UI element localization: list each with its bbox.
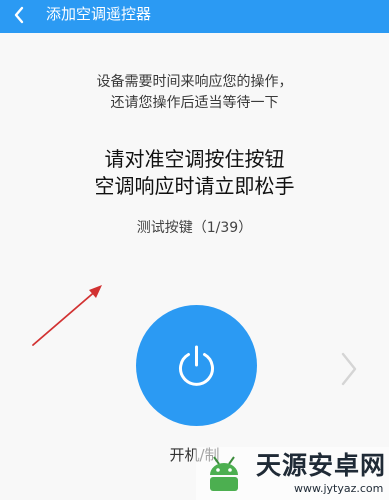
test-key-progress: 测试按键（1/39） <box>136 220 253 236</box>
wait-notice-line-2: 还请您操作后适当等待一下 <box>110 95 279 111</box>
page-title: 添加空调遥控器 <box>46 5 152 23</box>
watermark-title: 天源安卓网 <box>256 451 387 480</box>
android-robot-icon <box>210 456 238 491</box>
next-key-button[interactable] <box>338 350 360 388</box>
instruction-line-1: 请对准空调按住按钮 <box>104 147 285 171</box>
annotation-arrow <box>32 285 102 346</box>
app-header: 添加空调遥控器 <box>0 0 389 33</box>
wait-notice-line-1: 设备需要时间来响应您的操作， <box>96 74 293 90</box>
power-icon <box>179 345 214 386</box>
watermark: 天源安卓网 www.jytyaz.com <box>196 447 389 500</box>
chevron-right-icon <box>341 352 357 386</box>
back-button[interactable] <box>8 2 32 28</box>
instruction-line-2: 空调响应时请立即松手 <box>94 174 295 198</box>
power-button[interactable] <box>136 305 257 426</box>
watermark-url: www.jytyaz.com <box>294 482 384 495</box>
chevron-left-icon <box>14 6 24 24</box>
